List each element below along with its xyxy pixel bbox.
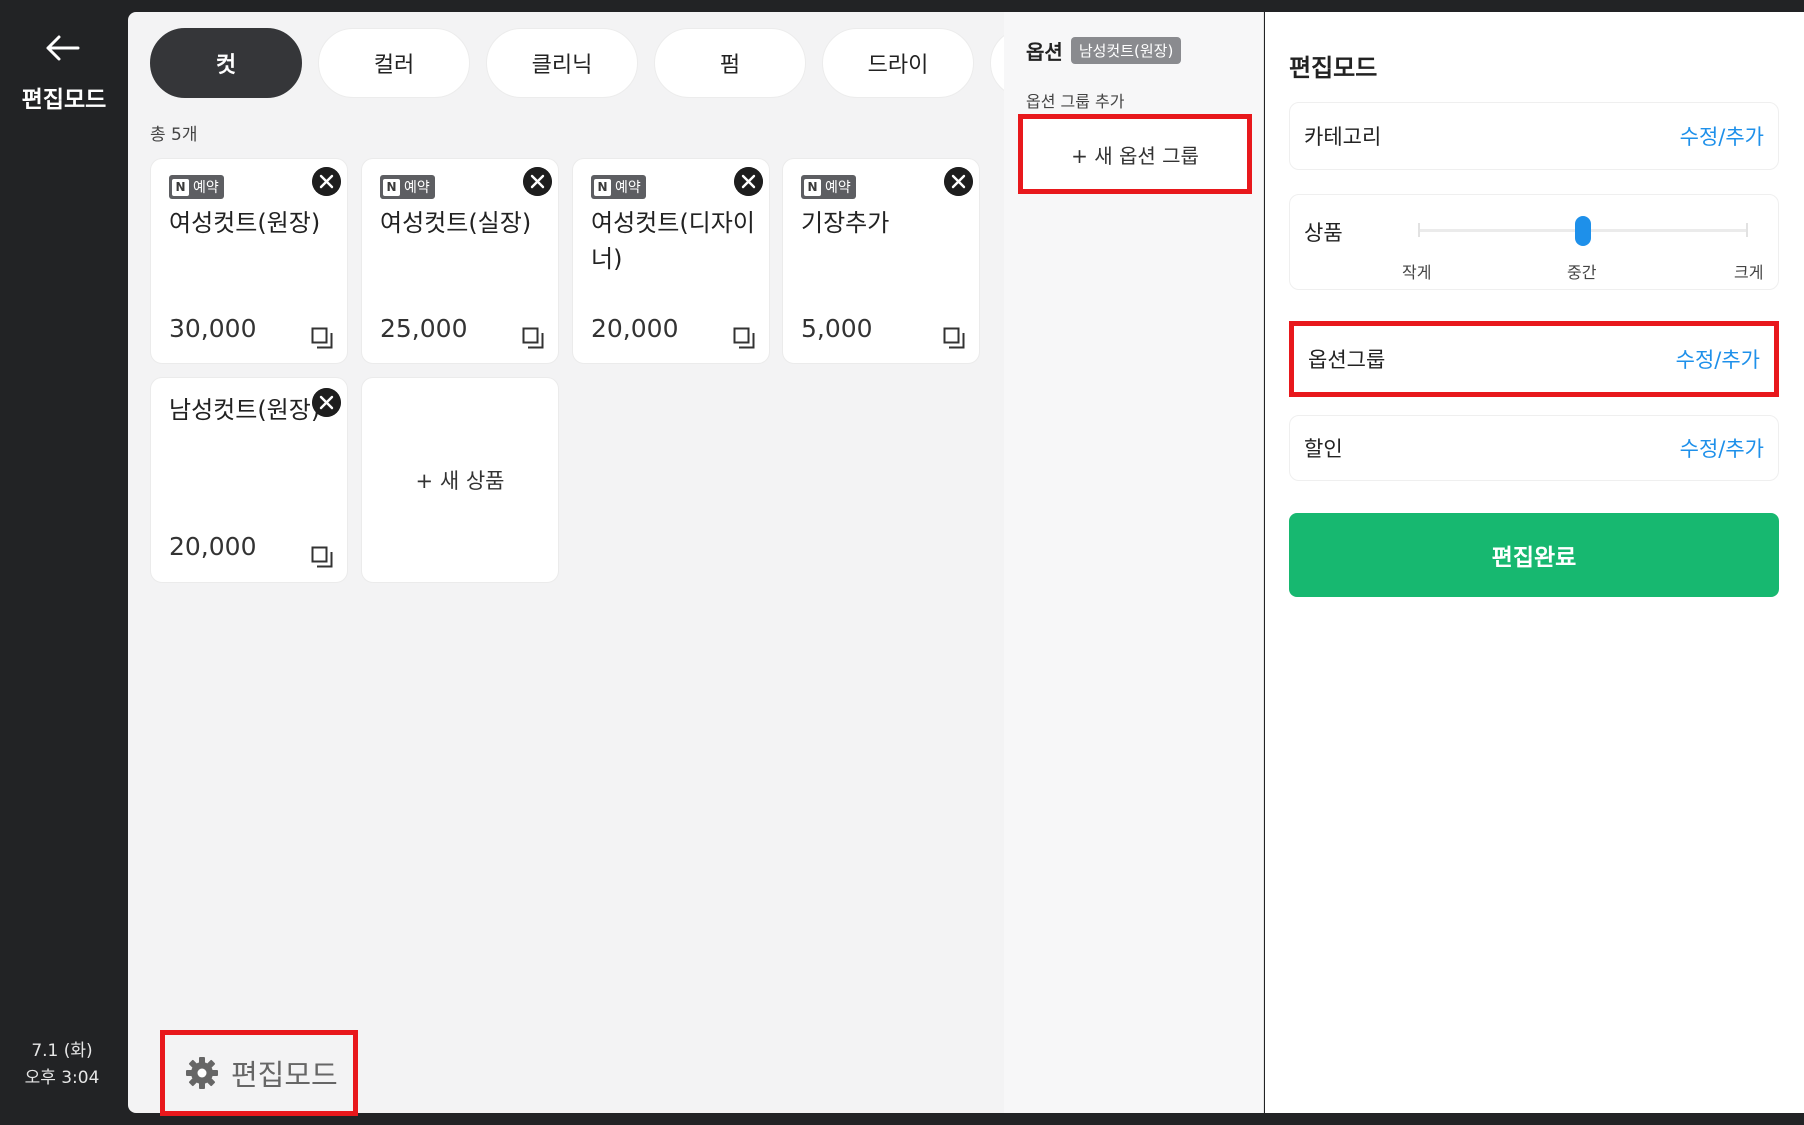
copy-icon[interactable] bbox=[943, 327, 965, 349]
tab-dry[interactable]: 드라이 bbox=[822, 28, 974, 98]
product-card[interactable]: N 예약 여성컷트(원장) 30,000 bbox=[150, 158, 348, 364]
slider-tick bbox=[1746, 223, 1748, 237]
settings-title: 편집모드 bbox=[1289, 54, 1378, 82]
discount-label: 할인 bbox=[1304, 437, 1343, 461]
option-group-label: 옵션그룹 bbox=[1308, 348, 1386, 372]
options-panel: 옵션 남성컷트(원장) 옵션 그룹 추가 + 새 옵션 그룹 bbox=[1004, 12, 1264, 1113]
category-edit-link[interactable]: 수정/추가 bbox=[1680, 121, 1764, 151]
date-time: 7.1 (화) 오후 3:04 bbox=[0, 1038, 124, 1092]
new-option-group-button[interactable]: + 새 옵션 그룹 bbox=[1018, 114, 1252, 194]
discount-edit-link[interactable]: 수정/추가 bbox=[1680, 433, 1764, 463]
slider-tick bbox=[1418, 223, 1420, 237]
reservation-badge: N 예약 bbox=[801, 175, 856, 199]
naver-icon: N bbox=[383, 178, 400, 196]
close-icon[interactable] bbox=[734, 167, 763, 196]
product-name: 여성컷트(실장) bbox=[380, 209, 532, 237]
rail-title: 편집모드 bbox=[21, 87, 107, 113]
product-name: 여성컷트(원장) bbox=[169, 209, 321, 237]
copy-icon[interactable] bbox=[733, 327, 755, 349]
product-price: 20,000 bbox=[169, 532, 257, 561]
edit-mode-label: 편집모드 bbox=[231, 1058, 338, 1092]
product-name: 기장추가 bbox=[801, 209, 890, 237]
reservation-badge: N 예약 bbox=[380, 175, 435, 199]
size-large-label: 크게 bbox=[1734, 263, 1764, 282]
close-icon[interactable] bbox=[312, 167, 341, 196]
tab-cut[interactable]: 컷 bbox=[150, 28, 302, 98]
copy-icon[interactable] bbox=[311, 546, 333, 568]
option-group-edit-link[interactable]: 수정/추가 bbox=[1676, 344, 1760, 374]
product-panel: 컷 컬러 클리닉 펌 드라이 총 5개 N 예약 여성컷트(원장) 30,000 … bbox=[128, 12, 1004, 1113]
product-card[interactable]: N 예약 여성컷트(디자이너) 20,000 bbox=[572, 158, 770, 364]
category-tabs: 컷 컬러 클리닉 펌 드라이 bbox=[150, 28, 1004, 98]
reservation-badge: N 예약 bbox=[169, 175, 224, 199]
size-slider-thumb[interactable] bbox=[1575, 216, 1591, 246]
reservation-badge: N 예약 bbox=[591, 175, 646, 199]
tab-perm[interactable]: 펌 bbox=[654, 28, 806, 98]
copy-icon[interactable] bbox=[522, 327, 544, 349]
product-price: 25,000 bbox=[380, 314, 468, 343]
tab-clinic[interactable]: 클리닉 bbox=[486, 28, 638, 98]
option-group-section-label: 옵션 그룹 추가 bbox=[1026, 92, 1125, 111]
product-card[interactable]: N 예약 기장추가 5,000 bbox=[782, 158, 980, 364]
arrow-left-icon[interactable] bbox=[44, 34, 80, 62]
close-icon[interactable] bbox=[312, 388, 341, 417]
product-size-label: 상품 bbox=[1304, 221, 1343, 245]
category-label: 카테고리 bbox=[1304, 125, 1382, 149]
edit-mode-button[interactable]: 편집모드 bbox=[160, 1030, 358, 1116]
naver-icon: N bbox=[594, 178, 611, 196]
discount-row: 할인 수정/추가 bbox=[1289, 415, 1779, 481]
selected-product-tag: 남성컷트(원장) bbox=[1070, 37, 1182, 64]
category-row: 카테고리 수정/추가 bbox=[1289, 102, 1779, 170]
size-medium-label: 중간 bbox=[1567, 263, 1597, 282]
product-card[interactable]: N 예약 여성컷트(실장) 25,000 bbox=[361, 158, 559, 364]
options-title: 옵션 bbox=[1026, 40, 1063, 64]
naver-icon: N bbox=[172, 178, 189, 196]
options-header: 옵션 남성컷트(원장) bbox=[1026, 36, 1182, 65]
left-rail: 편집모드 7.1 (화) 오후 3:04 bbox=[0, 0, 128, 1125]
settings-panel: 편집모드 카테고리 수정/추가 상품 작게 중간 크게 옵션그룹 수정/추가 할… bbox=[1265, 12, 1804, 1113]
product-price: 20,000 bbox=[591, 314, 679, 343]
option-group-row: 옵션그룹 수정/추가 bbox=[1289, 321, 1779, 397]
product-count: 총 5개 bbox=[150, 125, 198, 145]
product-price: 30,000 bbox=[169, 314, 257, 343]
copy-icon[interactable] bbox=[311, 327, 333, 349]
new-product-button[interactable]: + 새 상품 bbox=[361, 377, 559, 583]
tab-more[interactable] bbox=[990, 28, 1004, 98]
naver-icon: N bbox=[804, 178, 821, 196]
product-name: 여성컷트(디자이너) bbox=[591, 209, 755, 273]
product-price: 5,000 bbox=[801, 314, 873, 343]
gear-icon bbox=[186, 1057, 218, 1089]
time-label: 오후 3:04 bbox=[24, 1068, 100, 1088]
close-icon[interactable] bbox=[944, 167, 973, 196]
tab-color[interactable]: 컬러 bbox=[318, 28, 470, 98]
edit-done-button[interactable]: 편집완료 bbox=[1289, 513, 1779, 597]
close-icon[interactable] bbox=[523, 167, 552, 196]
date-label: 7.1 (화) bbox=[31, 1041, 93, 1061]
size-small-label: 작게 bbox=[1402, 263, 1432, 282]
product-size-row: 상품 작게 중간 크게 bbox=[1289, 194, 1779, 290]
product-card[interactable]: 남성컷트(원장) 20,000 bbox=[150, 377, 348, 583]
